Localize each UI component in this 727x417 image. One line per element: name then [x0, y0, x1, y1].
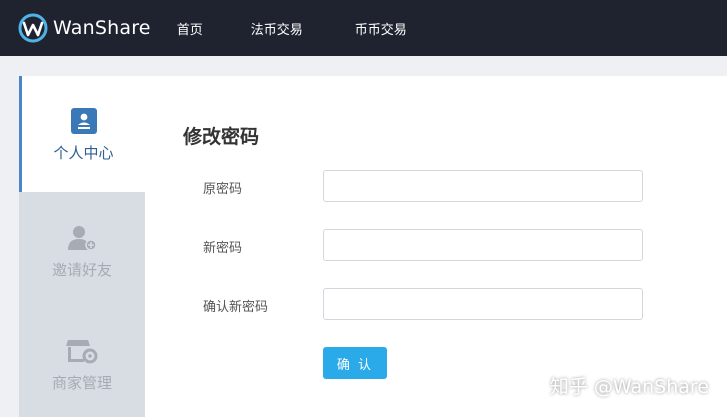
old-password-input[interactable]: [323, 170, 643, 202]
confirm-password-label: 确认新密码: [203, 300, 269, 315]
sidebar-item-label: 商家管理: [51, 374, 112, 392]
sidebar-item-personal-center[interactable]: 个人中心: [19, 76, 145, 192]
new-password-input[interactable]: [323, 229, 643, 261]
nav-fiat-trading[interactable]: 法币交易: [251, 19, 303, 38]
main-content: 修改密码 原密码 新密码 确认新密码 确 认: [145, 76, 727, 417]
sidebar-item-label: 个人中心: [53, 144, 114, 162]
user-card-icon: [70, 108, 97, 134]
sidebar-item-merchant-management[interactable]: 商家管理: [19, 310, 145, 417]
sidebar-item-invite-friends[interactable]: 邀请好友: [19, 192, 145, 310]
logo[interactable]: WanShare: [17, 12, 151, 44]
add-user-icon: [68, 226, 97, 251]
old-password-label: 原密码: [203, 182, 243, 197]
wanshare-logo-icon: [18, 13, 48, 43]
top-navbar: WanShare 首页 法币交易 币币交易: [0, 0, 727, 56]
confirm-password-input[interactable]: [323, 288, 643, 320]
sidebar-item-label: 邀请好友: [51, 261, 112, 279]
main-nav: 首页 法币交易 币币交易: [177, 19, 459, 38]
page-title: 修改密码: [183, 126, 260, 148]
store-settings-icon: [66, 340, 98, 364]
new-password-label: 新密码: [203, 241, 243, 256]
sidebar: 个人中心 邀请好友 商家管理: [19, 76, 145, 417]
nav-home[interactable]: 首页: [177, 19, 203, 38]
nav-coin-trading[interactable]: 币币交易: [355, 19, 407, 38]
watermark: 知乎 @WanShare: [549, 376, 709, 398]
app-name: WanShare: [53, 17, 151, 39]
confirm-button[interactable]: 确 认: [323, 347, 387, 379]
